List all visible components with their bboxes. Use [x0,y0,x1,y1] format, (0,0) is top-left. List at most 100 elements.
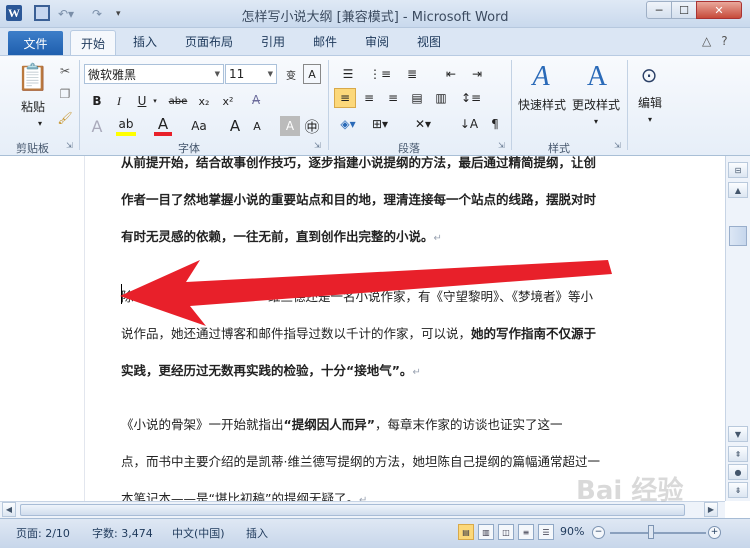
strikethrough-button[interactable]: abe [166,92,190,110]
scroll-thumb[interactable] [729,226,747,246]
clear-format-icon[interactable]: A̶ [244,90,268,110]
help-icon[interactable]: ? [721,34,727,48]
binoculars-icon[interactable]: ⊙ [636,62,662,88]
zoom-out-icon[interactable]: − [592,526,605,539]
language-indicator[interactable]: 中文(中国) [172,525,225,541]
tab-references[interactable]: 引用 [261,33,285,50]
chevron-down-icon[interactable]: ▾ [640,112,660,126]
increase-indent-icon[interactable]: ⇥ [466,64,488,84]
document-paragraph: 《小说的骨架》一开始就指出“提纲因人而异”，每章末作家的访谈也证实了这一 点，而… [121,406,618,501]
paste-icon[interactable]: 📋 [12,60,54,96]
align-center-icon[interactable]: ≡ [358,88,380,108]
text-line: 作者一目了然地掌握小说的重要站点和目的地，理清连接每一个站点的线路，摆脱对时 [121,192,597,207]
text-line: 从前提开始，结合故事创作技巧，逐步指建小说提纲的方法，最后通过精简提纲，让创 [121,156,597,170]
tab-insert[interactable]: 插入 [133,33,157,50]
decrease-indent-icon[interactable]: ⇤ [440,64,462,84]
word-count[interactable]: 字数: 3,474 [92,525,153,541]
multilevel-list-icon[interactable]: ≣ [398,64,426,84]
quick-styles-button[interactable]: 快速样式 [516,96,568,112]
align-right-icon[interactable]: ≡ [382,88,404,108]
font-size-combo[interactable]: 11 ▼ [225,64,277,84]
clipboard-launcher-icon[interactable]: ⇲ [66,141,73,150]
superscript-button[interactable]: x² [218,92,238,110]
print-layout-view-icon[interactable]: ▤ [458,524,474,540]
char-shading-button[interactable]: A [280,116,300,136]
paste-button[interactable]: 粘贴 [14,98,52,114]
align-left-button[interactable]: ≡ [334,88,356,108]
copy-icon[interactable]: ❐ [56,85,74,103]
group-separator [79,60,80,150]
format-painter-icon[interactable]: 🖌 [56,109,74,127]
change-styles-button[interactable]: 更改样式 [570,96,622,112]
styles-launcher-icon[interactable]: ⇲ [614,141,621,150]
scroll-up-icon[interactable]: ▲ [728,182,748,198]
chevron-down-icon[interactable]: ▾ [586,114,606,128]
next-page-icon[interactable]: ⇟ [728,482,748,498]
chevron-down-icon[interactable]: ▼ [268,70,273,78]
text-effects-button[interactable]: A [86,116,108,136]
highlight-button[interactable]: ab [116,116,136,136]
font-color-button[interactable]: A [154,115,172,136]
tab-home[interactable]: 开始 [70,30,116,56]
full-screen-view-icon[interactable]: ▥ [478,524,494,540]
chevron-down-icon[interactable]: ▾ [150,92,160,110]
borders-icon[interactable]: ⊞▾ [368,114,392,134]
enclose-char-button[interactable]: ㊥ [302,116,322,136]
minimize-ribbon-icon[interactable]: △ [702,34,711,48]
zoom-slider[interactable] [610,532,706,534]
insert-mode-indicator[interactable]: 插入 [246,525,268,541]
scroll-down-icon[interactable]: ▼ [728,426,748,442]
italic-button[interactable]: I [110,92,128,110]
editing-button[interactable]: 编辑 [630,94,670,110]
subscript-button[interactable]: x₂ [194,92,214,110]
bold-button[interactable]: B [88,92,106,110]
distributed-icon[interactable]: ▥ [430,88,452,108]
page-count[interactable]: 页面: 2/10 [16,525,70,541]
text-line-bold: “提纲因人而异” [283,417,375,432]
paste-dropdown-icon[interactable]: ▾ [30,116,50,130]
shrink-font-button[interactable]: A [248,116,266,136]
grow-font-button[interactable]: A [226,116,244,136]
numbering-icon[interactable]: ⋮≡ [366,64,394,84]
browse-object-icon[interactable]: ● [728,464,748,480]
zoom-level[interactable]: 90% [560,525,584,538]
outline-view-icon[interactable]: ≡ [518,524,534,540]
tab-file[interactable]: 文件 [8,31,63,55]
chevron-down-icon[interactable]: ▼ [215,70,220,78]
change-styles-icon[interactable]: A [580,60,614,94]
bullets-icon[interactable]: ☰ [334,64,362,84]
change-case-button[interactable]: Aa [186,116,212,136]
tab-mailings[interactable]: 邮件 [313,33,337,50]
shading-icon[interactable]: ◈▾ [334,114,362,134]
paragraph-launcher-icon[interactable]: ⇲ [498,141,505,150]
chinese-layout-icon[interactable]: ✕▾ [408,114,438,134]
scroll-left-icon[interactable]: ◀ [2,502,16,517]
font-launcher-icon[interactable]: ⇲ [314,141,321,150]
document-page[interactable]: 从前提开始，结合故事创作技巧，逐步指建小说提纲的方法，最后通过精简提纲，让创 作… [0,156,725,501]
tab-page-layout[interactable]: 页面布局 [185,33,233,50]
font-name-combo[interactable]: 微软雅黑 ▼ [84,64,224,84]
vertical-scrollbar[interactable]: ⊟ ▲ ▼ ⇞ ● ⇟ [725,156,750,501]
scroll-right-icon[interactable]: ▶ [704,502,718,517]
text-line-bold: 她的写作指南不仅源于 [471,326,597,341]
phonetic-guide-button[interactable]: 变 [282,64,300,84]
zoom-in-icon[interactable]: + [708,526,721,539]
show-marks-icon[interactable]: ¶ [484,114,506,134]
web-layout-view-icon[interactable]: ◫ [498,524,514,540]
char-border-button[interactable]: A [303,64,321,84]
cut-icon[interactable]: ✂ [56,62,74,80]
sort-icon[interactable]: ↓A [458,114,480,134]
underline-button[interactable]: U [133,92,151,110]
tab-view[interactable]: 视图 [417,33,441,50]
line-spacing-icon[interactable]: ↕≡ [458,88,484,108]
quick-styles-icon[interactable]: A [524,60,558,94]
justify-icon[interactable]: ▤ [406,88,428,108]
draft-view-icon[interactable]: ☰ [538,524,554,540]
zoom-slider-thumb[interactable] [648,525,654,539]
ruler-toggle-icon[interactable]: ⊟ [728,162,748,178]
close-button[interactable]: ✕ [696,1,742,19]
minimize-button[interactable]: ─ [646,1,672,19]
tab-review[interactable]: 审阅 [365,33,389,50]
previous-page-icon[interactable]: ⇞ [728,446,748,462]
maximize-button[interactable]: ☐ [671,1,697,19]
